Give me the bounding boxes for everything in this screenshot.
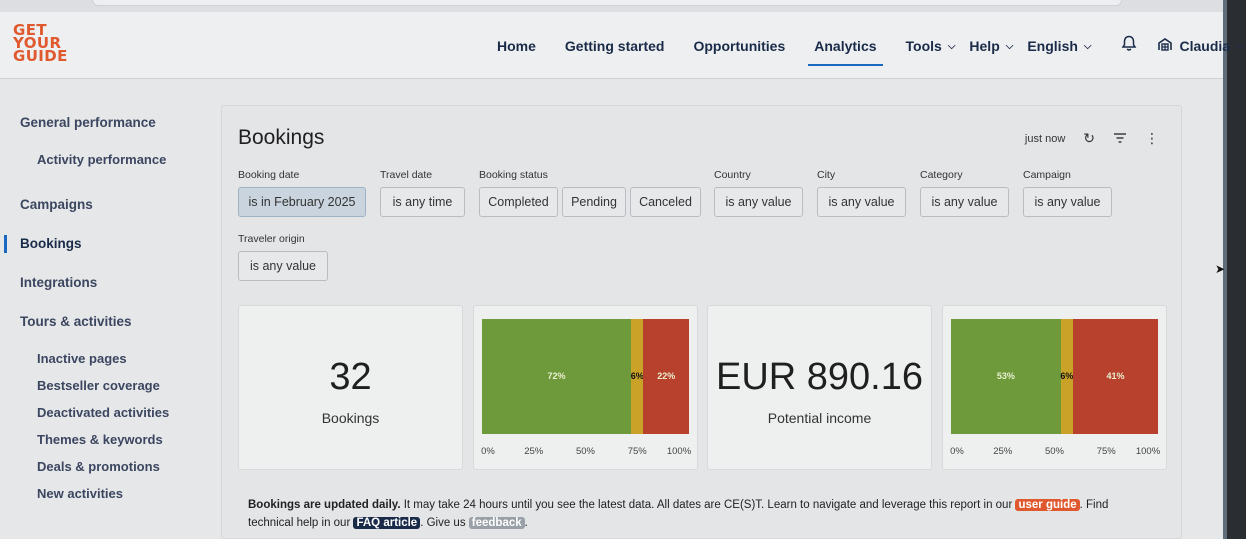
- more-options-icon[interactable]: ⋮: [1145, 130, 1159, 147]
- sidebar-item-bestseller-coverage[interactable]: Bestseller coverage: [37, 378, 160, 393]
- bar-segment: 6%: [630, 319, 644, 434]
- refresh-icon[interactable]: ↻: [1083, 130, 1095, 147]
- data-label: 41%: [1106, 371, 1125, 381]
- filter-icon[interactable]: [1113, 131, 1127, 147]
- page-title: Bookings: [238, 126, 325, 149]
- nav-home[interactable]: Home: [497, 38, 536, 54]
- filter-country[interactable]: is any value: [714, 187, 803, 217]
- filter-label-travel-date: Travel date: [380, 169, 433, 181]
- sidebar-item-general-performance[interactable]: General performance: [20, 115, 156, 130]
- chevron-down-icon: ⌵: [1083, 40, 1092, 52]
- filter-travel-date[interactable]: is any time: [380, 187, 465, 217]
- stacked-bar: 53% 6% 41%: [951, 319, 1158, 434]
- x-tick-label: 0%: [481, 446, 495, 457]
- data-label: 6%: [630, 371, 644, 381]
- filter-label-country: Country: [714, 169, 751, 181]
- sidebar-item-bookings[interactable]: Bookings: [20, 236, 82, 251]
- filter-booking-date[interactable]: is in February 2025: [238, 187, 366, 217]
- filter-label-booking-date: Booking date: [238, 169, 300, 181]
- filter-label-booking-status: Booking status: [479, 169, 548, 181]
- kpi-card-potential-income: EUR 890.16 Potential income: [707, 305, 932, 470]
- feedback-link[interactable]: feedback: [468, 517, 525, 529]
- filter-label-campaign: Campaign: [1023, 169, 1071, 181]
- income-status-chart: 53% 6% 41% 0% 25% 50% 75% 100%: [942, 305, 1167, 470]
- user-menu[interactable]: Claudia ⌵: [1157, 36, 1244, 56]
- stacked-bar: 72% 6% 22%: [482, 319, 689, 434]
- x-axis: 0% 25% 50% 75% 100%: [950, 446, 1161, 460]
- kpi-value: 32: [329, 356, 372, 398]
- sidebar-item-inactive-pages[interactable]: Inactive pages: [37, 351, 127, 366]
- sidebar-item-tours-activities[interactable]: Tours & activities: [20, 314, 132, 329]
- browser-chrome: [0, 0, 1223, 12]
- nav-analytics[interactable]: Analytics: [808, 38, 883, 66]
- x-tick-label: 0%: [950, 446, 964, 457]
- bar-segment: 22%: [643, 319, 689, 434]
- x-tick-label: 75%: [627, 446, 647, 457]
- data-label: 22%: [657, 371, 676, 381]
- account-icon: [1157, 36, 1173, 56]
- filter-status-completed[interactable]: Completed: [479, 187, 558, 217]
- data-label: 72%: [547, 371, 566, 381]
- x-tick-label: 25%: [524, 446, 544, 457]
- bookings-report-panel: Bookings just now ↻ ⋮ Booking date is in…: [221, 105, 1182, 539]
- active-indicator: [4, 235, 7, 253]
- sidebar-item-campaigns[interactable]: Campaigns: [20, 197, 93, 212]
- user-guide-link[interactable]: user guide: [1015, 499, 1080, 511]
- x-tick-label: 100%: [666, 446, 692, 457]
- filter-label-city: City: [817, 169, 836, 181]
- bookings-status-chart: 72% 6% 22% 0% 25% 50% 75% 100%: [473, 305, 698, 470]
- kpi-label: Bookings: [321, 410, 380, 426]
- nav-help[interactable]: Help ⌵: [969, 38, 1013, 54]
- sidebar-item-deals-promotions[interactable]: Deals & promotions: [37, 459, 160, 474]
- nav-opportunities[interactable]: Opportunities: [693, 38, 785, 54]
- sidebar-item-themes-keywords[interactable]: Themes & keywords: [37, 432, 163, 447]
- filter-label-traveler-origin: Traveler origin: [238, 233, 305, 245]
- mouse-cursor-icon: ➤: [1215, 262, 1226, 276]
- x-tick-label: 50%: [575, 446, 596, 457]
- filter-status-canceled[interactable]: Canceled: [630, 187, 701, 217]
- last-refreshed: just now: [1024, 132, 1066, 145]
- filter-traveler-origin[interactable]: is any value: [238, 251, 328, 281]
- x-tick-label: 100%: [1135, 446, 1161, 457]
- sidebar-item-activity-performance[interactable]: Activity performance: [37, 152, 166, 167]
- address-bar[interactable]: [92, 0, 1122, 6]
- filter-label-category: Category: [920, 169, 963, 181]
- report-toolbar: just now ↻ ⋮: [1025, 130, 1159, 147]
- sidebar-item-integrations[interactable]: Integrations: [20, 275, 97, 290]
- nav-getting-started[interactable]: Getting started: [565, 38, 665, 54]
- data-label: 6%: [1060, 371, 1074, 381]
- filter-city[interactable]: is any value: [817, 187, 906, 217]
- kpi-label: Potential income: [767, 410, 872, 426]
- chevron-down-icon: ⌵: [947, 40, 956, 52]
- sidebar-item-new-activities[interactable]: New activities: [37, 486, 123, 501]
- filter-status-pending[interactable]: Pending: [562, 187, 626, 217]
- bar-segment: 41%: [1073, 319, 1158, 434]
- nav-tools[interactable]: Tools ⌵: [906, 38, 956, 54]
- x-tick-label: 25%: [993, 446, 1013, 457]
- chevron-down-icon: ⌵: [1005, 40, 1014, 52]
- x-axis: 0% 25% 50% 75% 100%: [481, 446, 692, 460]
- x-tick-label: 75%: [1096, 446, 1116, 457]
- window-edge: [1223, 0, 1246, 539]
- bar-segment: 6%: [1060, 319, 1074, 434]
- sidebar: General performance Activity performance…: [0, 80, 220, 539]
- info-note: Bookings are updated daily. It may take …: [248, 499, 1109, 529]
- filter-category[interactable]: is any value: [920, 187, 1009, 217]
- main-nav: Home Getting started Opportunities Analy…: [497, 35, 1244, 66]
- faq-article-link[interactable]: FAQ article: [353, 517, 421, 529]
- kpi-value: EUR 890.16: [715, 356, 923, 398]
- chevron-down-icon: ⌵: [1236, 40, 1244, 52]
- bell-icon[interactable]: [1121, 35, 1137, 57]
- getyourguide-logo[interactable]: GET YOUR GUIDE: [13, 23, 73, 64]
- filter-campaign[interactable]: is any value: [1023, 187, 1112, 217]
- nav-language[interactable]: English ⌵: [1027, 38, 1091, 54]
- top-header: GET YOUR GUIDE Home Getting started Oppo…: [0, 12, 1244, 79]
- sidebar-item-deactivated-activities[interactable]: Deactivated activities: [37, 405, 169, 420]
- bar-segment: 53%: [951, 319, 1061, 434]
- kpi-card-bookings: 32 Bookings: [238, 305, 463, 470]
- x-tick-label: 50%: [1044, 446, 1065, 457]
- bar-segment: 72%: [482, 319, 632, 434]
- data-label: 53%: [996, 371, 1015, 381]
